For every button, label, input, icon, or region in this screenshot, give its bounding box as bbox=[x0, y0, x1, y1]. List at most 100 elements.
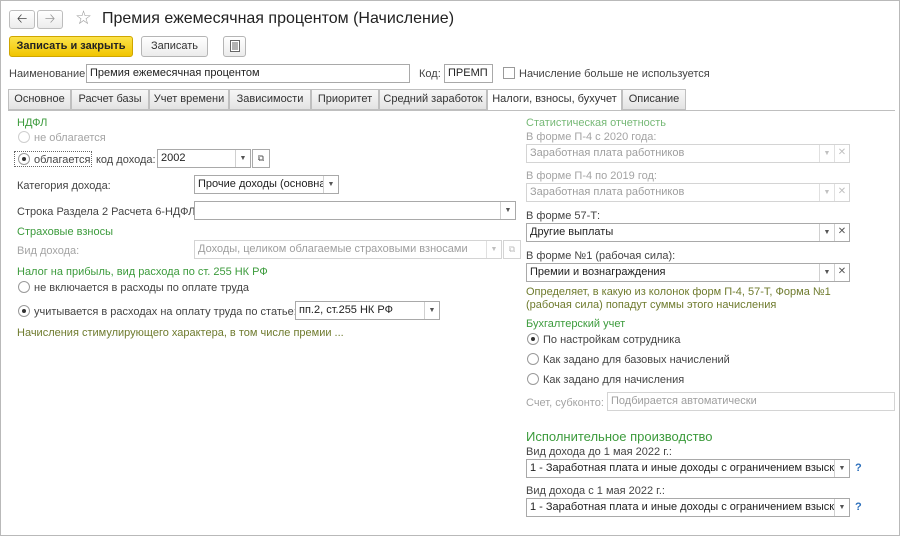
article-select[interactable]: пп.2, ст.255 НК РФ ▼ bbox=[295, 301, 440, 320]
f57t-select[interactable]: Другие выплаты ▼ ✕ bbox=[526, 223, 850, 242]
back-button[interactable]: 🡠 bbox=[9, 10, 35, 29]
profit-tax-section-title: Налог на прибыль, вид расхода по ст. 255… bbox=[17, 266, 268, 278]
chevron-down-icon[interactable]: ▼ bbox=[834, 460, 849, 477]
unused-label: Начисление больше не используется bbox=[519, 68, 710, 80]
p4-2019-select[interactable]: Заработная плата работников ▼ ✕ bbox=[526, 183, 850, 202]
insurance-income-type-value: Доходы, целиком облагаемые страховыми вз… bbox=[198, 243, 468, 255]
profit-tax-description: Начисления стимулирующего характера, в т… bbox=[17, 327, 344, 339]
chevron-down-icon[interactable]: ▼ bbox=[819, 184, 834, 201]
accounting-option-accrual-label: Как задано для начисления bbox=[543, 374, 685, 386]
page-title: Премия ежемесячная процентом (Начисление… bbox=[102, 10, 455, 27]
account-input[interactable]: Подбирается автоматически bbox=[607, 392, 895, 411]
tab-average-earnings[interactable]: Средний заработок bbox=[379, 89, 487, 110]
stats-hint-line1: Определяет, в какую из колонок форм П-4,… bbox=[526, 286, 831, 298]
close-icon[interactable]: ✕ bbox=[834, 264, 849, 281]
forward-button[interactable]: 🡢 bbox=[37, 10, 63, 29]
ndfl-taxed-label: облагается bbox=[34, 154, 91, 166]
stats-hint-line2: (рабочая сила) попадут суммы этого начис… bbox=[526, 299, 777, 311]
unused-checkbox[interactable] bbox=[503, 67, 515, 79]
help-icon[interactable]: ? bbox=[855, 501, 862, 513]
profit-not-included-label: не включается в расходы по оплате труда bbox=[34, 282, 250, 294]
row-6ndfl-select[interactable]: ▼ bbox=[194, 201, 516, 220]
ndfl-taxed-radio[interactable] bbox=[18, 153, 30, 165]
tab-time-accounting[interactable]: Учет времени bbox=[149, 89, 229, 110]
p4-2020-label: В форме П-4 с 2020 года: bbox=[526, 131, 657, 143]
tab-description[interactable]: Описание bbox=[622, 89, 686, 110]
profit-included-label: учитывается в расходах на оплату труда п… bbox=[34, 306, 297, 318]
close-icon[interactable]: ✕ bbox=[834, 184, 849, 201]
chevron-down-icon[interactable]: ▼ bbox=[235, 150, 250, 167]
f57t-value: Другие выплаты bbox=[530, 226, 614, 238]
profit-included-radio[interactable] bbox=[18, 305, 30, 317]
account-label: Счет, субконто: bbox=[526, 397, 604, 409]
ndfl-not-taxed-radio[interactable] bbox=[18, 131, 30, 143]
document-list-button[interactable] bbox=[223, 36, 246, 57]
enforcement-before-value: 1 - Заработная плата и иные доходы с огр… bbox=[530, 462, 850, 474]
chevron-down-icon[interactable]: ▼ bbox=[819, 264, 834, 281]
arrow-left-icon: 🡠 bbox=[16, 11, 28, 26]
p4-2019-value: Заработная плата работников bbox=[530, 186, 685, 198]
close-icon[interactable]: ✕ bbox=[834, 224, 849, 241]
f1-value: Премии и вознаграждения bbox=[530, 266, 666, 278]
tab-priority[interactable]: Приоритет bbox=[311, 89, 379, 110]
insurance-income-type-label: Вид дохода: bbox=[17, 245, 80, 257]
tab-base-calculation[interactable]: Расчет базы bbox=[71, 89, 149, 110]
code-input[interactable]: ПРЕМП bbox=[444, 64, 493, 83]
income-code-value: 2002 bbox=[161, 152, 186, 164]
enforcement-after-value: 1 - Заработная плата и иные доходы с огр… bbox=[530, 501, 850, 513]
accounting-option-base-label: Как задано для базовых начислений bbox=[543, 354, 730, 366]
income-category-value: Прочие доходы (основная bbox=[198, 178, 332, 190]
income-code-select[interactable]: 2002 ▼ bbox=[157, 149, 251, 168]
p4-2019-label: В форме П-4 по 2019 год: bbox=[526, 170, 657, 182]
close-icon[interactable]: ✕ bbox=[834, 145, 849, 162]
insurance-income-type-select[interactable]: Доходы, целиком облагаемые страховыми вз… bbox=[194, 240, 502, 259]
arrow-right-icon: 🡢 bbox=[44, 11, 56, 26]
accounting-option-base-radio[interactable] bbox=[527, 353, 539, 365]
chevron-down-icon[interactable]: ▼ bbox=[323, 176, 338, 193]
tab-dependencies[interactable]: Зависимости bbox=[229, 89, 311, 110]
name-label: Наименование: bbox=[9, 68, 89, 80]
enforcement-before-label: Вид дохода до 1 мая 2022 г.: bbox=[526, 446, 672, 458]
accounting-option-accrual-radio[interactable] bbox=[527, 373, 539, 385]
ndfl-section-title: НДФЛ bbox=[17, 117, 48, 129]
income-category-label: Категория дохода: bbox=[17, 180, 111, 192]
accounting-option-employee-radio[interactable] bbox=[527, 333, 539, 345]
chevron-down-icon[interactable]: ▼ bbox=[486, 241, 501, 258]
article-value: пп.2, ст.255 НК РФ bbox=[299, 304, 393, 316]
tab-main[interactable]: Основное bbox=[8, 89, 71, 110]
accounting-section-title: Бухгалтерский учет bbox=[526, 318, 626, 330]
income-code-label: код дохода: bbox=[96, 154, 156, 166]
insurance-section-title: Страховые взносы bbox=[17, 226, 113, 238]
tab-taxes[interactable]: Налоги, взносы, бухучет bbox=[487, 89, 622, 111]
f57t-label: В форме 57-Т: bbox=[526, 210, 601, 222]
form-window: 🡠 🡢 ☆ Премия ежемесячная процентом (Начи… bbox=[0, 0, 900, 536]
income-category-select[interactable]: Прочие доходы (основная ▼ bbox=[194, 175, 339, 194]
chevron-down-icon[interactable]: ▼ bbox=[819, 224, 834, 241]
chevron-down-icon[interactable]: ▼ bbox=[500, 202, 515, 219]
p4-2020-select[interactable]: Заработная плата работников ▼ ✕ bbox=[526, 144, 850, 163]
open-icon[interactable]: ⧉ bbox=[252, 149, 270, 168]
save-button[interactable]: Записать bbox=[141, 36, 208, 57]
accounting-option-employee-label: По настройкам сотрудника bbox=[543, 334, 681, 346]
chevron-down-icon[interactable]: ▼ bbox=[819, 145, 834, 162]
chevron-down-icon[interactable]: ▼ bbox=[834, 499, 849, 516]
name-input[interactable]: Премия ежемесячная процентом bbox=[86, 64, 410, 83]
profit-not-included-radio[interactable] bbox=[18, 281, 30, 293]
star-icon[interactable]: ☆ bbox=[75, 7, 92, 30]
code-label: Код: bbox=[419, 68, 441, 80]
f1-select[interactable]: Премии и вознаграждения ▼ ✕ bbox=[526, 263, 850, 282]
tab-divider bbox=[8, 110, 895, 111]
f1-label: В форме №1 (рабочая сила): bbox=[526, 250, 676, 262]
enforcement-before-select[interactable]: 1 - Заработная плата и иные доходы с огр… bbox=[526, 459, 850, 478]
enforcement-section-title: Исполнительное производство bbox=[526, 429, 713, 444]
save-and-close-button[interactable]: Записать и закрыть bbox=[9, 36, 133, 57]
enforcement-after-select[interactable]: 1 - Заработная плата и иные доходы с огр… bbox=[526, 498, 850, 517]
ndfl-not-taxed-label: не облагается bbox=[34, 132, 106, 144]
help-icon[interactable]: ? bbox=[855, 462, 862, 474]
document-list-icon bbox=[229, 40, 240, 52]
chevron-down-icon[interactable]: ▼ bbox=[424, 302, 439, 319]
enforcement-after-label: Вид дохода с 1 мая 2022 г.: bbox=[526, 485, 665, 497]
p4-2020-value: Заработная плата работников bbox=[530, 147, 685, 159]
open-icon[interactable]: ⧉ bbox=[503, 240, 521, 259]
stats-section-title: Статистическая отчетность bbox=[526, 117, 667, 129]
